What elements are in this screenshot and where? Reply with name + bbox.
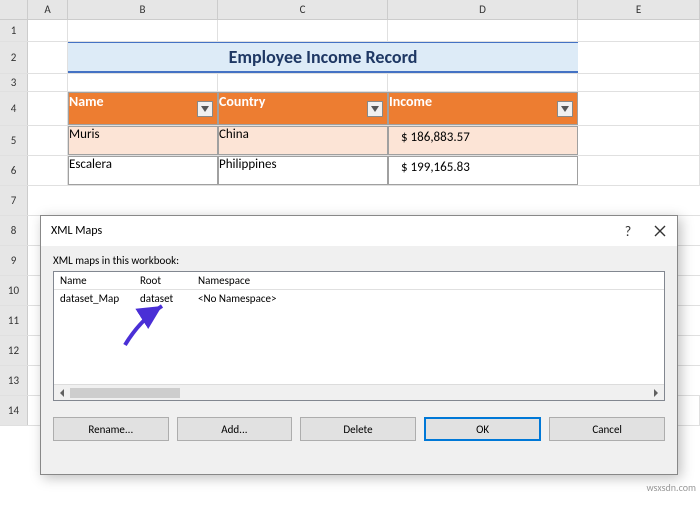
select-all-corner[interactable] [0,0,28,19]
cell[interactable] [218,20,388,41]
row-header-10[interactable]: 10 [0,276,28,305]
cell-income[interactable]: $ 199,165.83 [388,156,578,185]
row-header-7[interactable]: 7 [0,186,28,215]
ok-button[interactable]: OK [424,417,542,441]
cell[interactable] [28,126,68,155]
col-namespace[interactable]: Namespace [198,274,658,287]
cell[interactable] [218,74,388,91]
dialog-body: XML maps in this workbook: Name Root Nam… [41,246,677,409]
close-icon[interactable] [653,224,667,238]
cell[interactable] [578,126,700,155]
cell-name[interactable]: Escalera [68,156,218,185]
col-header-C[interactable]: C [218,0,388,19]
currency-symbol: $ [401,130,408,145]
cancel-button[interactable]: Cancel [549,417,665,441]
filter-dropdown-icon[interactable] [557,101,573,117]
xml-maps-listbox[interactable]: Name Root Namespace dataset_Map dataset … [53,271,665,401]
cell[interactable] [28,74,68,91]
income-value: 186,883.57 [411,130,470,145]
map-name: dataset_Map [60,292,140,305]
button-label: Delete [343,423,372,436]
col-header-D[interactable]: D [388,0,578,19]
column-headers: A B C D E [0,0,700,20]
cell[interactable] [28,156,68,185]
col-header-B[interactable]: B [68,0,218,19]
row-header-4[interactable]: 4 [0,92,28,125]
table-row: 5 Muris China $ 186,883.57 [0,126,700,156]
page-title[interactable]: Employee Income Record [68,42,578,73]
cell[interactable] [388,20,578,41]
button-label: Cancel [592,423,622,436]
scroll-left-icon[interactable] [54,385,70,401]
scrollbar-track[interactable] [70,388,648,398]
grid-row-1: 1 [0,20,700,42]
row-header-12[interactable]: 12 [0,336,28,365]
table-row: 6 Escalera Philippines $ 199,165.83 [0,156,700,186]
horizontal-scrollbar[interactable] [54,384,664,400]
grid-row-7: 7 [0,186,700,216]
row-header-6[interactable]: 6 [0,156,28,185]
col-header-E[interactable]: E [578,0,700,19]
add-button[interactable]: Add... [177,417,293,441]
table-header-name[interactable]: Name [68,92,218,125]
cell-country[interactable]: Philippines [218,156,388,185]
cell[interactable] [578,20,700,41]
filter-dropdown-icon[interactable] [197,101,213,117]
row-header-5[interactable]: 5 [0,126,28,155]
row-header-8[interactable]: 8 [0,216,28,245]
grid-row-4: 4 Name Country Income [0,92,700,126]
row-header-14[interactable]: 14 [0,396,28,425]
cell-income[interactable]: $ 186,883.57 [388,126,578,155]
filter-dropdown-icon[interactable] [367,101,383,117]
delete-button[interactable]: Delete [300,417,416,441]
row-header-13[interactable]: 13 [0,366,28,395]
grid-row-3: 3 [0,74,700,92]
cell[interactable] [68,74,218,91]
row-header-2[interactable]: 2 [0,42,28,73]
table-header-income[interactable]: Income [388,92,578,125]
cell[interactable] [68,20,218,41]
button-label: Rename... [88,423,133,436]
cell-country[interactable]: China [218,126,388,155]
header-label: Name [69,93,104,110]
watermark: wsxsdn.com [647,481,697,494]
income-value: 199,165.83 [411,160,470,175]
cell[interactable] [578,74,700,91]
map-namespace: <No Namespace> [198,292,658,305]
listbox-label: XML maps in this workbook: [53,254,665,267]
col-header-A[interactable]: A [28,0,68,19]
scroll-right-icon[interactable] [648,385,664,401]
button-label: Add... [221,423,247,436]
listbox-header: Name Root Namespace [54,272,664,290]
list-item[interactable]: dataset_Map dataset <No Namespace> [54,290,664,307]
cell[interactable] [578,156,700,185]
cell[interactable] [578,92,700,125]
dialog-titlebar[interactable]: XML Maps ? [41,216,677,246]
row-header-1[interactable]: 1 [0,20,28,41]
scrollbar-thumb[interactable] [70,388,180,398]
row-header-11[interactable]: 11 [0,306,28,335]
help-button[interactable]: ? [621,224,635,238]
cell[interactable] [28,20,68,41]
cell[interactable] [28,92,68,125]
map-root: dataset [140,292,198,305]
cell[interactable] [388,74,578,91]
cell-name[interactable]: Muris [68,126,218,155]
currency-symbol: $ [401,160,408,175]
col-name[interactable]: Name [60,274,140,287]
grid-row-2: 2 Employee Income Record [0,42,700,74]
rename-button[interactable]: Rename... [53,417,169,441]
col-root[interactable]: Root [140,274,198,287]
dialog-title: XML Maps [51,224,102,238]
header-label: Income [389,93,432,110]
row-header-9[interactable]: 9 [0,246,28,275]
header-label: Country [219,93,265,110]
xml-maps-dialog: XML Maps ? XML maps in this workbook: Na… [40,215,678,475]
dialog-button-row: Rename... Add... Delete OK Cancel [41,409,677,449]
table-header-country[interactable]: Country [218,92,388,125]
cell[interactable] [578,42,700,73]
row-header-3[interactable]: 3 [0,74,28,91]
cell[interactable] [28,42,68,73]
button-label: OK [476,423,489,436]
